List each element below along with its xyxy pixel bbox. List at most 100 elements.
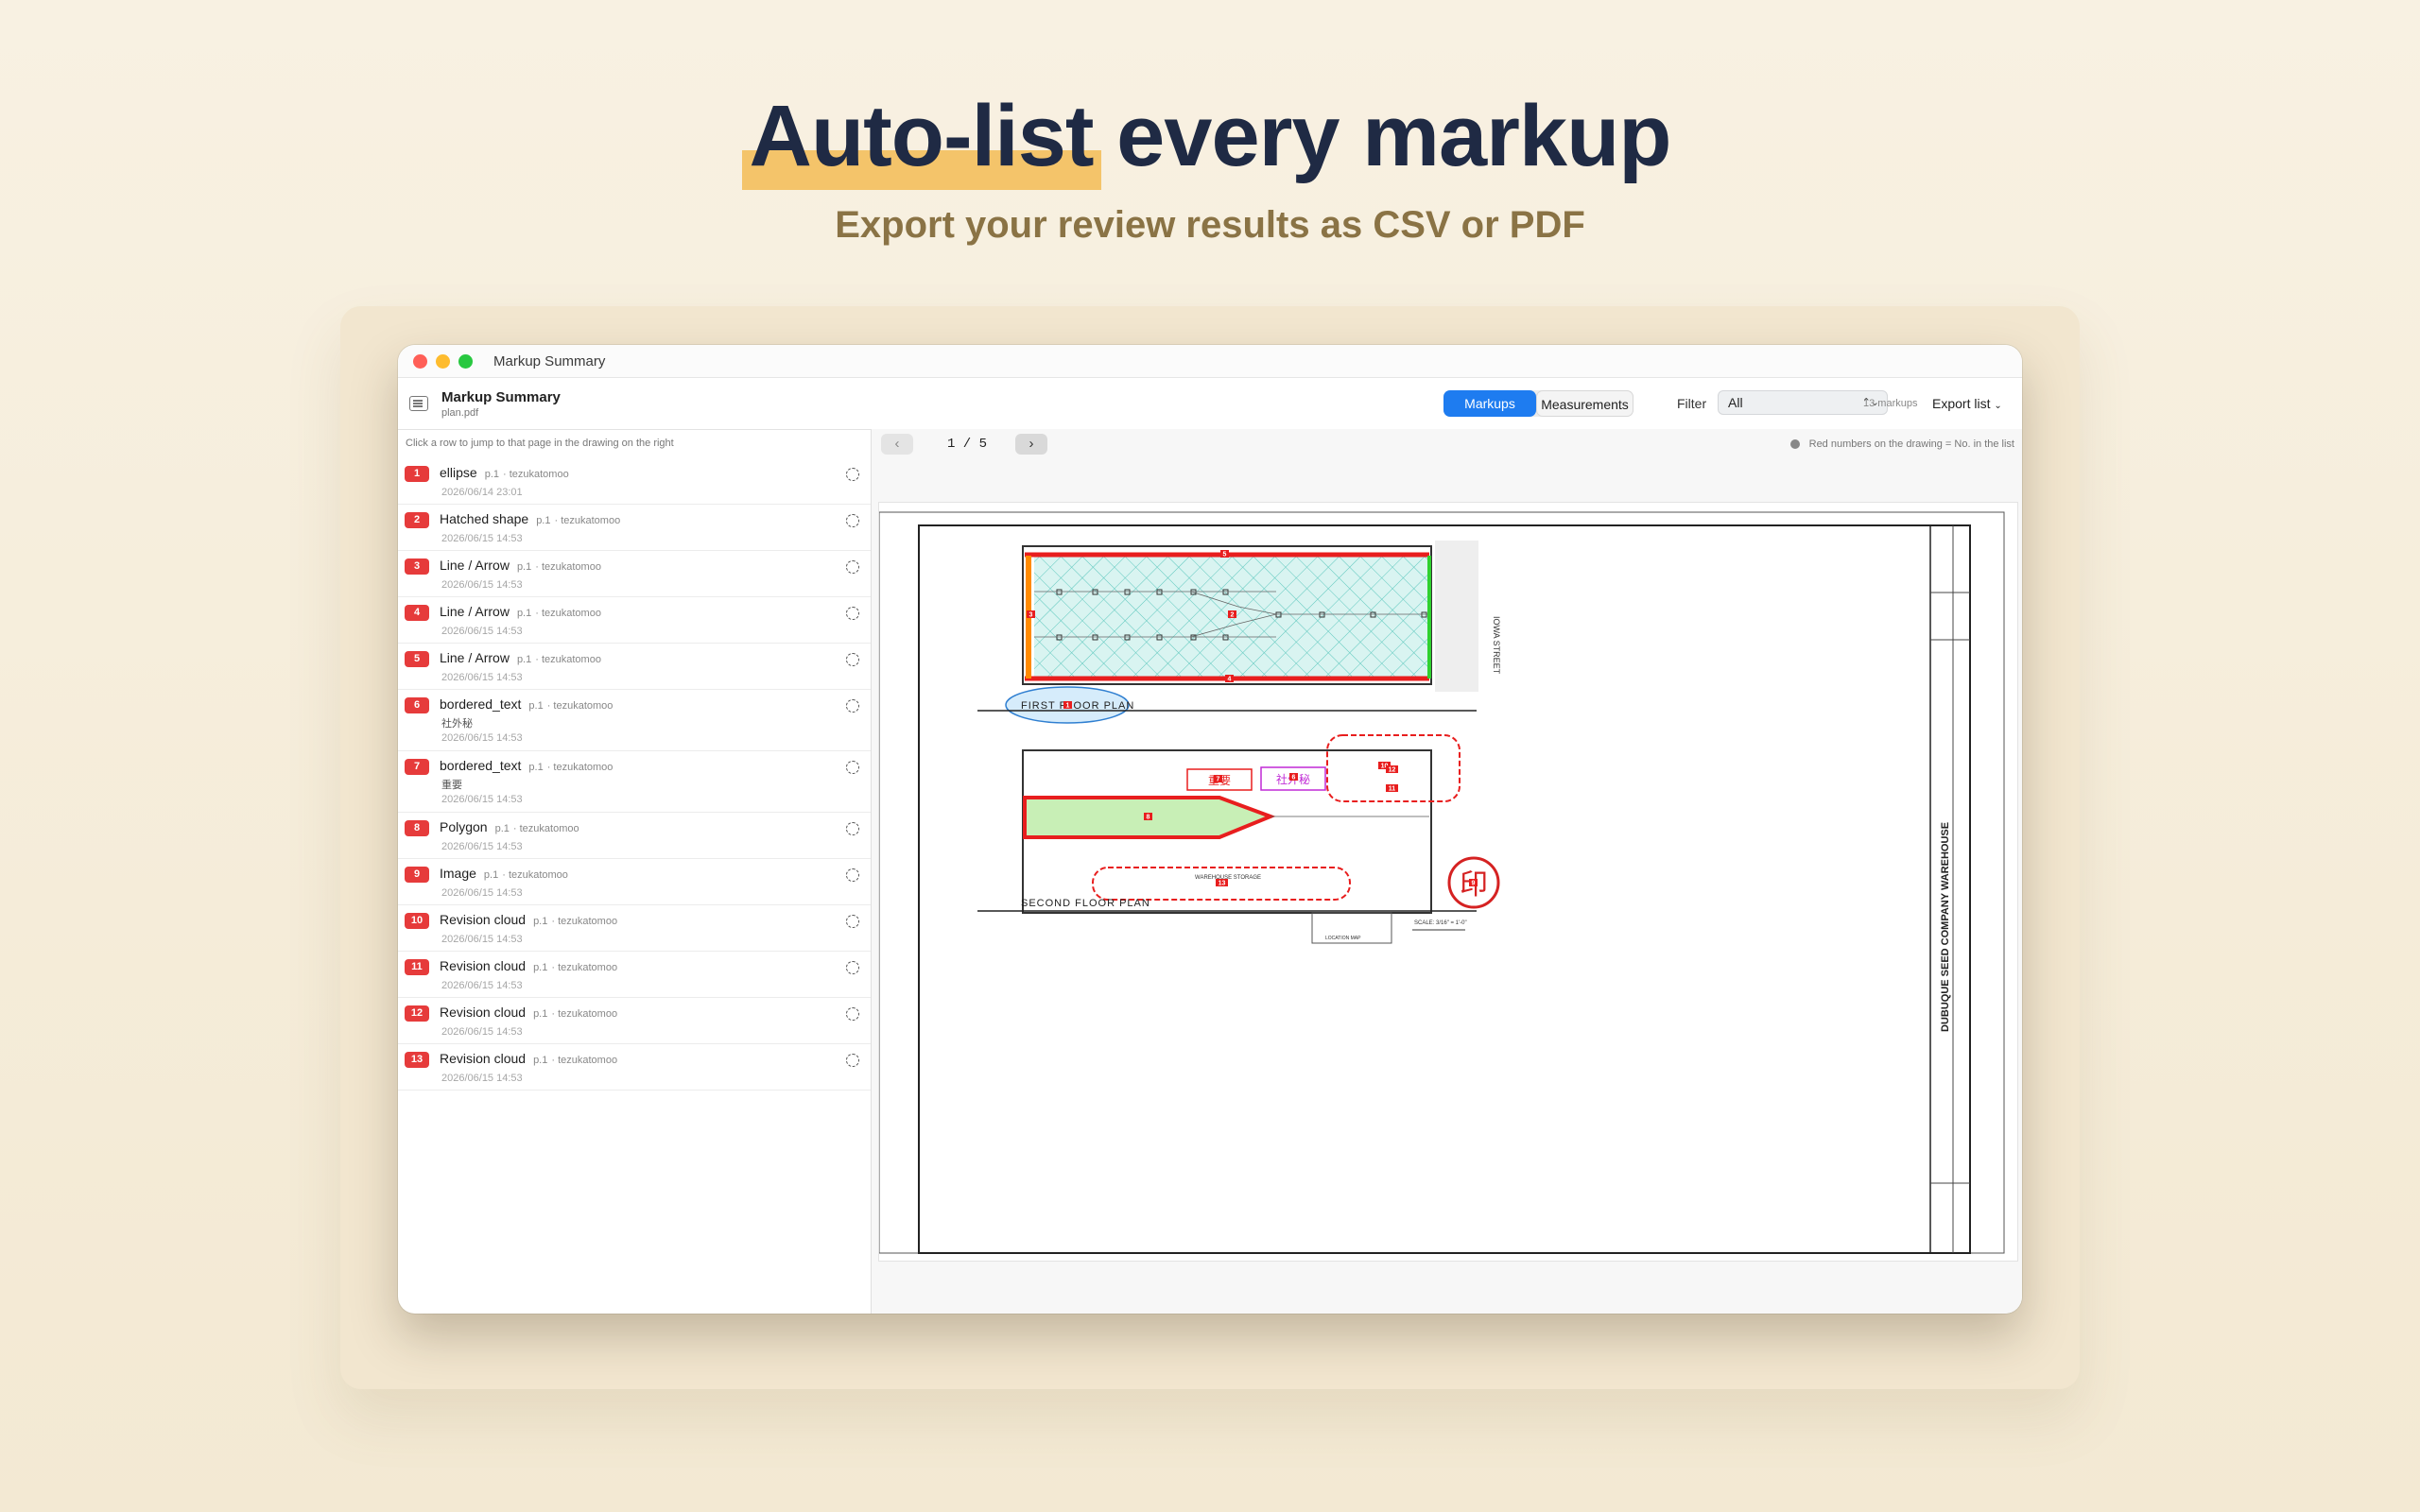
markup-number-badge: 2 (405, 512, 429, 528)
badge-2-text: 2 (1231, 612, 1235, 619)
markup-author: · tezukatomoo (551, 1008, 618, 1020)
hero-title: Auto-list every markup (0, 87, 2420, 190)
markup-row[interactable]: 1 ellipse p.1 · tezukatomoo 2026/06/14 23:01 (398, 458, 871, 505)
status-circle-icon[interactable] (846, 607, 859, 620)
app-window: Markup Summary Markup Summary plan.pdf M… (398, 345, 2022, 1314)
next-page-button[interactable]: › (1015, 434, 1048, 455)
hero-subtitle: Export your review results as CSV or PDF (835, 204, 1585, 246)
badge-12-text: 12 (1389, 767, 1396, 774)
markup-type: bordered_text (440, 758, 522, 773)
tab-markups[interactable]: Markups (1443, 390, 1536, 417)
markup-type: Line / Arrow (440, 650, 510, 665)
markup-name: Revision cloud p.1 · tezukatomoo (440, 912, 617, 927)
markup-date: 2026/06/15 14:53 (441, 732, 523, 744)
badge-4-text: 4 (1228, 677, 1232, 683)
markup-row[interactable]: 12 Revision cloud p.1 · tezukatomoo 2026/06/… (398, 998, 871, 1044)
status-circle-icon[interactable] (846, 468, 859, 481)
markup-date: 2026/06/15 14:53 (441, 934, 523, 945)
tab-measurements[interactable]: Measurements (1536, 390, 1634, 417)
location-map-label: LOCATION MAP (1325, 936, 1361, 941)
markup-date: 2026/06/15 14:53 (441, 672, 523, 683)
status-circle-icon[interactable] (846, 915, 859, 928)
list-hint: Click a row to jump to that page in the … (406, 438, 674, 449)
badge-9-text: 9 (1472, 881, 1476, 887)
markup-number-badge: 13 (405, 1052, 429, 1068)
document-list-icon (409, 396, 428, 411)
markup-author: · tezukatomoo (554, 515, 621, 526)
markup-page: p.1 (528, 762, 544, 773)
markup-name: Image p.1 · tezukatomoo (440, 866, 568, 881)
markup-row[interactable]: 4 Line / Arrow p.1 · tezukatomoo 2026/06/15 … (398, 597, 871, 644)
markup-date: 2026/06/15 14:53 (441, 626, 523, 637)
markup-date: 2026/06/15 14:53 (441, 841, 523, 852)
status-circle-icon[interactable] (846, 1054, 859, 1067)
filter-label: Filter (1677, 396, 1707, 411)
markup-count: 13 markups (1863, 398, 1918, 409)
close-window-button[interactable] (413, 353, 427, 369)
markup-page: p.1 (484, 469, 499, 480)
export-list-button[interactable]: Export list ⌄ (1932, 396, 2002, 411)
markup-row[interactable]: 6 bordered_text p.1 · tezukatomoo 社外秘 2026/06… (398, 690, 871, 751)
hero-title-highlight: Auto-list (741, 88, 1101, 190)
status-circle-icon[interactable] (846, 822, 859, 835)
window-title: Markup Summary (493, 352, 606, 369)
markup-row[interactable]: 11 Revision cloud p.1 · tezukatomoo 2026/06/… (398, 952, 871, 998)
minimize-window-button[interactable] (436, 353, 450, 369)
markup-number-badge: 11 (405, 959, 429, 975)
sidewalk-texture (1435, 541, 1478, 692)
first-floor-label: FIRST FLOOR PLAN (1021, 700, 1134, 712)
markup-page: p.1 (516, 608, 532, 619)
markup-type: Revision cloud (440, 1005, 527, 1020)
markup-date: 2026/06/15 14:53 (441, 887, 523, 899)
markup-page: p.1 (528, 700, 544, 712)
status-circle-icon[interactable] (846, 761, 859, 774)
markup-page: p.1 (533, 916, 548, 927)
markup-row[interactable]: 9 Image p.1 · tezukatomoo 2026/06/15 14:53 (398, 859, 871, 905)
status-circle-icon[interactable] (846, 699, 859, 713)
markup-row[interactable]: 8 Polygon p.1 · tezukatomoo 2026/06/15 14:53 (398, 813, 871, 859)
markup-text: 重要 (441, 780, 462, 791)
markup-name: ellipse p.1 · tezukatomoo (440, 465, 569, 480)
warehouse-label: WAREHOUSE STORAGE (1195, 875, 1261, 881)
markup-name: Line / Arrow p.1 · tezukatomoo (440, 604, 601, 619)
legend-note: Red numbers on the drawing = No. in the … (1789, 438, 2014, 450)
markup-date: 2026/06/15 14:53 (441, 980, 523, 991)
markup-date: 2026/06/15 14:53 (441, 1073, 523, 1084)
previous-page-button[interactable]: ‹ (881, 434, 913, 455)
markup-number-badge: 6 (405, 697, 429, 713)
markup-number-badge: 10 (405, 913, 429, 929)
zoom-window-button[interactable] (458, 353, 473, 369)
markup-page: p.1 (483, 869, 499, 881)
markup-row[interactable]: 5 Line / Arrow p.1 · tezukatomoo 2026/06/15 … (398, 644, 871, 690)
status-circle-icon[interactable] (846, 514, 859, 527)
markup-row[interactable]: 7 bordered_text p.1 · tezukatomoo 重要 2026/06/… (398, 751, 871, 813)
markup-row[interactable]: 3 Line / Arrow p.1 · tezukatomoo 2026/06/15 … (398, 551, 871, 597)
markup-author: · tezukatomoo (535, 608, 601, 619)
badge-11-text: 11 (1389, 786, 1396, 793)
markup-row[interactable]: 13 Revision cloud p.1 · tezukatomoo 2026/06/… (398, 1044, 871, 1091)
filter-select[interactable]: All ⌃⌄ (1718, 390, 1888, 415)
markup-row[interactable]: 10 Revision cloud p.1 · tezukatomoo 2026/06/… (398, 905, 871, 952)
markup-number-badge: 4 (405, 605, 429, 621)
markup-type: Image (440, 866, 476, 881)
markup-name: Hatched shape p.1 · tezukatomoo (440, 511, 620, 526)
markup-row[interactable]: 2 Hatched shape p.1 · tezukatomoo 2026/06/15… (398, 505, 871, 551)
legend-note-text: Red numbers on the drawing = No. in the … (1808, 438, 2014, 450)
document-filename: plan.pdf (441, 406, 479, 419)
status-circle-icon[interactable] (846, 1007, 859, 1021)
markup-type: bordered_text (440, 696, 522, 712)
markup-author: · tezukatomoo (546, 762, 614, 773)
markup-name: bordered_text p.1 · tezukatomoo (440, 758, 613, 773)
drawing-page[interactable]: DUBUQUE SEED COMPANY WAREHOUSE IOWA STRE… (879, 503, 2017, 1261)
status-circle-icon[interactable] (846, 961, 859, 974)
status-circle-icon[interactable] (846, 868, 859, 882)
status-circle-icon[interactable] (846, 560, 859, 574)
markup-text: 社外秘 (441, 718, 473, 730)
markup-date: 2026/06/15 14:53 (441, 533, 523, 544)
status-circle-icon[interactable] (846, 653, 859, 666)
info-icon (1789, 439, 1800, 450)
markup-name: Revision cloud p.1 · tezukatomoo (440, 1005, 617, 1020)
markup-page: p.1 (516, 654, 532, 665)
markup-author: · tezukatomoo (551, 962, 618, 973)
markup-type: Revision cloud (440, 1051, 527, 1066)
